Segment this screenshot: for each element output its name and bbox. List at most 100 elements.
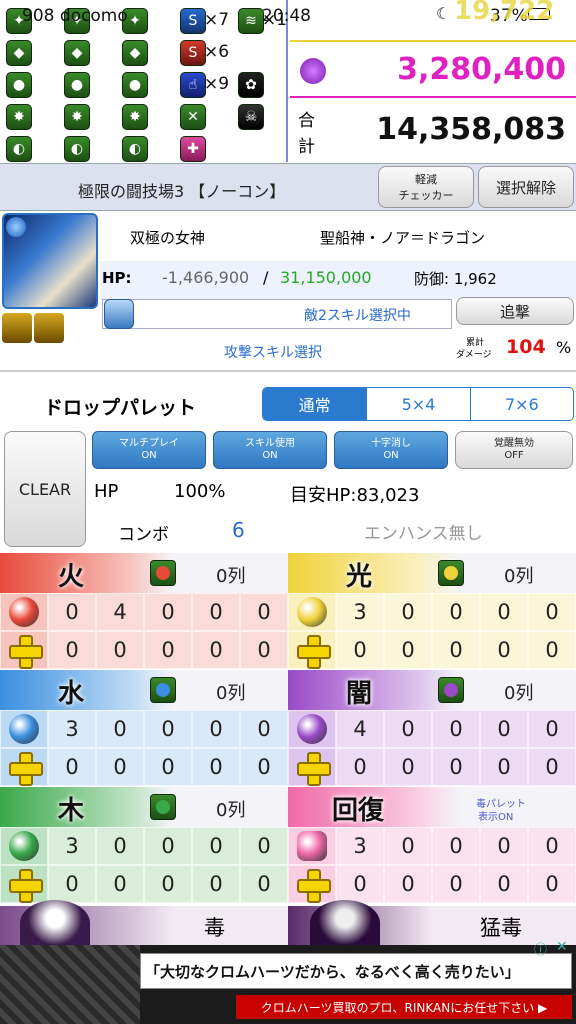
light-combo-cell[interactable]: 0 — [336, 631, 384, 669]
wood-combo-cell[interactable]: 0 — [48, 865, 96, 903]
enhanced-plus-icon[interactable] — [288, 631, 336, 669]
tab-normal[interactable]: 通常 — [263, 388, 367, 420]
enemy-name-2: 聖船神・ノア＝ドラゴン — [320, 229, 486, 247]
attack-skill-select[interactable]: 攻撃スキル選択 — [224, 342, 322, 362]
wood-combo-cell[interactable]: 0 — [192, 865, 240, 903]
light-combo-cell[interactable]: 0 — [384, 593, 432, 631]
water-combo-cell[interactable]: 0 — [96, 748, 144, 786]
fire-combo-cell[interactable]: 0 — [192, 593, 240, 631]
wood-combo-cell[interactable]: 0 — [144, 865, 192, 903]
checker-button[interactable]: 軽減 チェッカー — [378, 166, 474, 208]
water-combo-cell[interactable]: 0 — [240, 748, 288, 786]
fire-combo-cell[interactable]: 0 — [96, 631, 144, 669]
light-combo-cell[interactable]: 0 — [384, 631, 432, 669]
enhanced-plus-icon[interactable] — [0, 631, 48, 669]
light-combo-cell[interactable]: 0 — [480, 593, 528, 631]
hp-separator: / — [263, 268, 269, 287]
dark-combo-cell[interactable]: 0 — [528, 748, 576, 786]
fire-combo-cell[interactable]: 0 — [240, 593, 288, 631]
light-combo-cell[interactable]: 0 — [480, 631, 528, 669]
enhanced-plus-icon[interactable] — [0, 865, 48, 903]
heal-combo-cell[interactable]: 0 — [528, 865, 576, 903]
stage-title: 極限の闘技場3 【ノーコン】 — [78, 182, 286, 201]
dark-combo-cell[interactable]: 0 — [384, 748, 432, 786]
water-orb-icon[interactable] — [0, 710, 48, 748]
light-combo-cell[interactable]: 3 — [336, 593, 384, 631]
fire-combo-cell[interactable]: 0 — [48, 593, 96, 631]
dark-combo-cell[interactable]: 4 — [336, 710, 384, 748]
light-orb-icon[interactable] — [288, 593, 336, 631]
enhanced-plus-icon[interactable] — [288, 865, 336, 903]
fire-combo-cell[interactable]: 4 — [96, 593, 144, 631]
awakening-icon: ◆ — [64, 40, 90, 66]
tab-5x4[interactable]: 5×4 — [366, 388, 469, 420]
water-combo-cell[interactable]: 0 — [192, 748, 240, 786]
dark-combo-cell[interactable]: 0 — [432, 710, 480, 748]
wood-combo-cell[interactable]: 0 — [240, 827, 288, 865]
awakening-icon: ● — [64, 72, 90, 98]
cumulative-value: 104 — [506, 336, 546, 358]
light-lines-count: 0列 — [504, 566, 534, 587]
heal-combo-cell[interactable]: 0 — [384, 827, 432, 865]
heal-combo-cell[interactable]: 0 — [480, 827, 528, 865]
close-icon[interactable]: ✕ — [556, 939, 568, 955]
pursuit-button[interactable]: 追撃 — [456, 297, 574, 325]
wood-combo-cell[interactable]: 0 — [144, 827, 192, 865]
dark-combo-cell[interactable]: 0 — [480, 748, 528, 786]
size-tabs: 通常 5×4 7×6 — [262, 387, 574, 421]
enhanced-plus-icon[interactable] — [0, 748, 48, 786]
wood-combo-cell[interactable]: 0 — [192, 827, 240, 865]
fire-combo-cell[interactable]: 0 — [144, 593, 192, 631]
awakening-disable-toggle[interactable]: 覚醒無効 OFF — [455, 431, 573, 469]
heal-combo-cell[interactable]: 0 — [528, 827, 576, 865]
light-combo-cell[interactable]: 0 — [528, 631, 576, 669]
clear-button[interactable]: CLEAR — [4, 431, 86, 547]
fire-combo-cell[interactable]: 0 — [48, 631, 96, 669]
heal-combo-cell[interactable]: 0 — [480, 865, 528, 903]
light-combo-cell[interactable]: 0 — [528, 593, 576, 631]
dark-combo-cell[interactable]: 0 — [384, 710, 432, 748]
type-icon — [2, 313, 32, 343]
water-combo-cell[interactable]: 0 — [144, 748, 192, 786]
water-combo-cell[interactable]: 3 — [48, 710, 96, 748]
cross-clear-toggle[interactable]: 十字消し ON — [334, 431, 448, 469]
multiplay-toggle[interactable]: マルチプレイ ON — [92, 431, 206, 469]
wood-combo-cell[interactable]: 0 — [240, 865, 288, 903]
water-combo-cell[interactable]: 0 — [144, 710, 192, 748]
deselect-button[interactable]: 選択解除 — [478, 166, 574, 208]
heal-orb-icon[interactable] — [288, 827, 336, 865]
fire-combo-cell[interactable]: 0 — [144, 631, 192, 669]
wood-combo-cell[interactable]: 0 — [96, 865, 144, 903]
dark-combo-cell[interactable]: 0 — [336, 748, 384, 786]
wood-combo-cell[interactable]: 3 — [48, 827, 96, 865]
wood-orb-icon[interactable] — [0, 827, 48, 865]
heal-combo-cell[interactable]: 0 — [384, 865, 432, 903]
fire-orb-icon[interactable] — [0, 593, 48, 631]
ad-info-icon[interactable]: ⓘ — [534, 939, 547, 958]
water-combo-cell[interactable]: 0 — [192, 710, 240, 748]
tab-7x6[interactable]: 7×6 — [469, 388, 573, 420]
light-combo-cell[interactable]: 0 — [432, 593, 480, 631]
heal-combo-cell[interactable]: 0 — [336, 865, 384, 903]
heal-combo-cell[interactable]: 0 — [432, 865, 480, 903]
ad-cta[interactable]: クロムハーツ買取のプロ、RINKANにお任せ下さい ▶ — [236, 995, 572, 1019]
heal-combo-cell[interactable]: 0 — [432, 827, 480, 865]
ad-banner[interactable]: 「大切なクロムハーツだから、なるべく高く売りたい」 クロムハーツ買取のプロ、RI… — [0, 939, 576, 1024]
water-row-icon — [150, 677, 176, 703]
fire-combo-cell[interactable]: 0 — [240, 631, 288, 669]
skill-use-toggle[interactable]: スキル使用 ON — [213, 431, 327, 469]
water-combo-cell[interactable]: 0 — [48, 748, 96, 786]
poison-palette-note: 表示ON — [478, 812, 514, 823]
awakening-icon: ● — [6, 72, 32, 98]
water-combo-cell[interactable]: 0 — [96, 710, 144, 748]
dark-combo-cell[interactable]: 0 — [480, 710, 528, 748]
wood-combo-cell[interactable]: 0 — [96, 827, 144, 865]
dark-combo-cell[interactable]: 0 — [432, 748, 480, 786]
dark-combo-cell[interactable]: 0 — [528, 710, 576, 748]
water-combo-cell[interactable]: 0 — [240, 710, 288, 748]
heal-combo-cell[interactable]: 3 — [336, 827, 384, 865]
fire-combo-cell[interactable]: 0 — [192, 631, 240, 669]
dark-orb-icon[interactable] — [288, 710, 336, 748]
light-combo-cell[interactable]: 0 — [432, 631, 480, 669]
enhanced-plus-icon[interactable] — [288, 748, 336, 786]
